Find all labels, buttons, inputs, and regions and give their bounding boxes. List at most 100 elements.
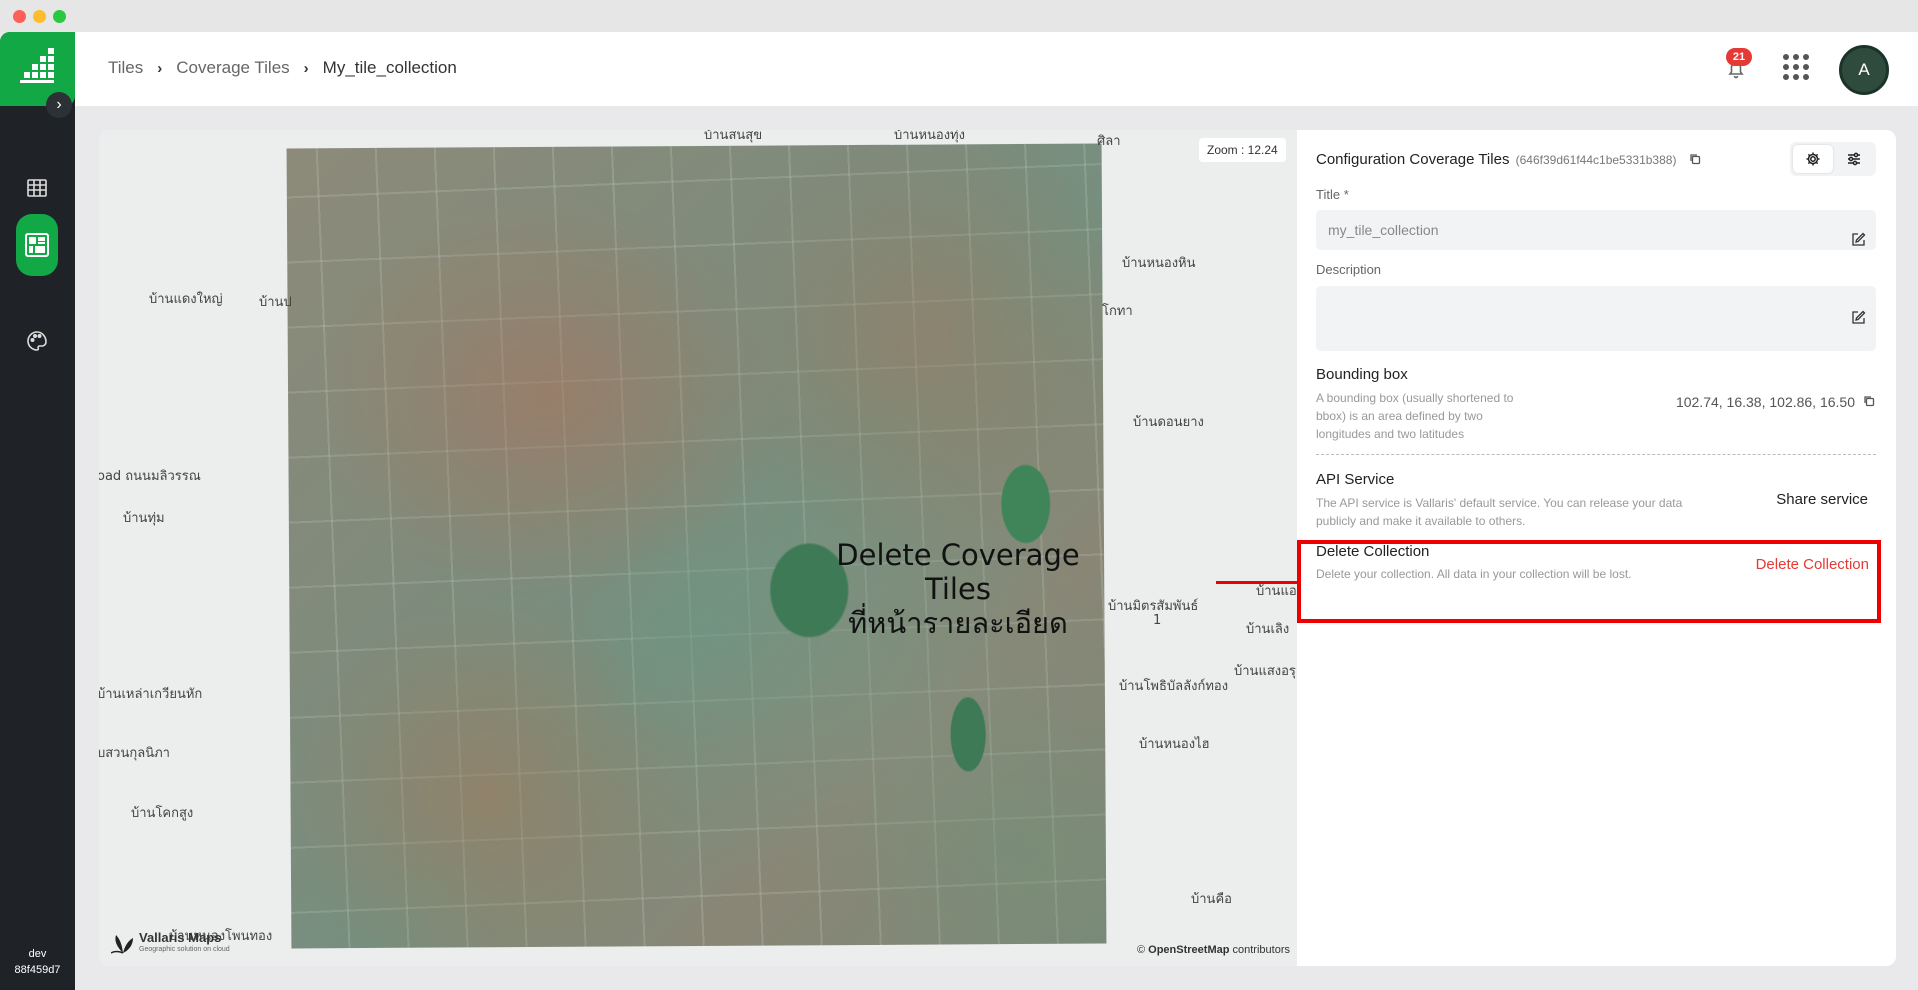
bbox-description: A bounding box (usually shortened to bbo…	[1316, 391, 1514, 441]
palette-icon	[27, 331, 47, 351]
delete-collection-title: Delete Collection	[1316, 543, 1430, 560]
breadcrumb-tiles[interactable]: Tiles	[108, 58, 143, 78]
map-place-label: บ้านคือ	[1191, 892, 1232, 907]
edit-icon	[1852, 232, 1866, 246]
map-place-label: บสวนกุลนิภา	[99, 746, 170, 761]
title-value: my_tile_collection	[1328, 222, 1439, 238]
env-name: dev	[28, 948, 47, 960]
settings-tab-button[interactable]	[1793, 145, 1833, 173]
dot-icon	[1783, 54, 1789, 60]
bbox-title: Bounding box	[1316, 366, 1408, 383]
edit-title-button[interactable]	[1851, 222, 1866, 262]
map-place-label: บ้านหนองไฮ	[1139, 737, 1210, 752]
coverage-tiles-icon	[25, 233, 49, 257]
attribution-prefix: ©	[1136, 944, 1146, 956]
dot-icon	[1783, 64, 1789, 70]
copy-bbox-button[interactable]	[1863, 394, 1875, 410]
dot-icon	[1793, 64, 1799, 70]
bbox-value: 102.74, 16.38, 102.86, 16.50	[1676, 394, 1875, 410]
tutorial-annotation: Delete Coverage Tiles ที่หน้ารายละเอียด	[799, 538, 1117, 640]
map-place-label: บ้านหนองทุ่ง	[894, 130, 965, 143]
description-field[interactable]	[1316, 286, 1876, 351]
filters-tab-button[interactable]	[1834, 145, 1874, 173]
bbox-coordinates: 102.74, 16.38, 102.86, 16.50	[1675, 394, 1855, 410]
section-divider	[1316, 454, 1876, 455]
dot-icon	[1783, 74, 1789, 80]
annotation-line2: ที่หน้ารายละเอียด	[848, 606, 1068, 640]
apps-grid-button[interactable]	[1783, 54, 1809, 80]
sidebar-expand-button[interactable]: ›	[46, 92, 72, 118]
breadcrumb-current: My_tile_collection	[322, 58, 457, 77]
brand-name: Vallaris Maps	[139, 930, 222, 945]
map-place-label: บ้านทุ่ม	[123, 511, 165, 526]
sidebar-item-coverage-tiles[interactable]	[16, 214, 58, 276]
vallaris-logo-icon	[20, 48, 54, 83]
map-place-label: oad ถนนมลิวรรณ	[99, 469, 201, 484]
gear-icon	[1806, 152, 1820, 166]
map-place-label: บ้านดอนยาง	[1133, 415, 1204, 430]
sidebar-item-tables[interactable]	[17, 168, 57, 208]
delete-collection-button[interactable]: Delete Collection	[1756, 556, 1869, 573]
map-place-label: โกทา	[1102, 304, 1133, 319]
map-place-label: ศิลา	[1097, 134, 1121, 149]
configuration-panel: Configuration Coverage Tiles (646f39d61f…	[1297, 130, 1896, 966]
breadcrumb: Tiles › Coverage Tiles › My_tile_collect…	[108, 58, 457, 78]
annotation-line1: Delete Coverage Tiles	[836, 538, 1080, 606]
copy-id-button[interactable]	[1689, 152, 1701, 169]
user-avatar[interactable]: A	[1839, 45, 1889, 95]
title-field[interactable]: my_tile_collection	[1316, 210, 1876, 250]
openstreetmap-link[interactable]: OpenStreetMap	[1148, 944, 1229, 956]
delete-collection-description: Delete your collection. All data in your…	[1316, 567, 1632, 581]
map-place-label: บ้านหนองหิน	[1122, 256, 1196, 271]
map-place-label: บ้านเหล่าเกวียนหัก	[99, 687, 203, 702]
chevron-right-icon: ›	[157, 59, 163, 77]
maximize-window-button[interactable]	[53, 10, 66, 23]
map-view[interactable]: บ้านสนสุข บ้านหนองทุ่ง ศิลา บ้านหนองหิน …	[99, 130, 1297, 966]
chevron-right-icon: ›	[303, 59, 309, 77]
api-service-description: The API service is Vallaris' default ser…	[1316, 496, 1683, 528]
panel-title: Configuration Coverage Tiles (646f39d61f…	[1316, 151, 1701, 169]
map-place-label: บ้านเลิง	[1246, 622, 1290, 637]
title-label: Title *	[1316, 187, 1349, 202]
close-window-button[interactable]	[13, 10, 26, 23]
attribution-suffix: contributors	[1232, 944, 1290, 956]
dot-icon	[1793, 54, 1799, 60]
annotation-pointer-line	[1216, 581, 1297, 584]
edit-description-button[interactable]	[1851, 310, 1866, 328]
edit-icon	[1852, 310, 1866, 324]
chevron-right-icon: ›	[56, 96, 62, 113]
copy-icon	[1864, 396, 1875, 407]
top-header: Tiles › Coverage Tiles › My_tile_collect…	[75, 32, 1918, 106]
content-card: บ้านสนสุข บ้านหนองทุ่ง ศิลา บ้านหนองหิน …	[99, 130, 1896, 966]
env-hash: 88f459d7	[14, 964, 61, 976]
map-place-label: บ้านโพธิบัลลังก์ทอง	[1119, 679, 1229, 694]
map-attribution: © OpenStreetMap contributors	[1137, 944, 1290, 956]
zoom-level-indicator: Zoom : 12.24	[1199, 138, 1286, 162]
notification-count-badge: 21	[1726, 48, 1752, 66]
dot-icon	[1793, 74, 1799, 80]
share-service-button[interactable]: Share service	[1776, 491, 1868, 508]
dot-icon	[1803, 54, 1809, 60]
map-place-label: บ้านป	[259, 295, 292, 310]
vallaris-leaf-icon	[111, 935, 133, 954]
minimize-window-button[interactable]	[33, 10, 46, 23]
dot-icon	[1803, 64, 1809, 70]
panel-view-toggle	[1790, 142, 1876, 176]
collection-id: (646f39d61f44c1be5331b388)	[1515, 153, 1677, 167]
copy-icon	[1689, 153, 1700, 164]
sliders-icon	[1848, 152, 1860, 166]
map-place-label: บ้านแดงใหญ่	[149, 292, 223, 307]
description-label: Description	[1316, 262, 1382, 277]
sidebar: › dev 88f459d7	[0, 32, 75, 990]
dot-icon	[1803, 74, 1809, 80]
panel-title-text: Configuration Coverage Tiles	[1316, 151, 1510, 168]
environment-info: dev 88f459d7	[0, 946, 75, 978]
map-place-label: 1	[1153, 613, 1162, 628]
brand-tagline: Geographic solution on cloud	[139, 946, 230, 953]
sidebar-item-styles[interactable]	[17, 321, 57, 361]
api-service-title: API Service	[1316, 471, 1395, 488]
window-titlebar	[0, 0, 1918, 32]
map-place-label: บ้านแสงอรุ	[1234, 664, 1296, 679]
map-place-label: บ้านโคกสูง	[131, 806, 194, 821]
breadcrumb-coverage-tiles[interactable]: Coverage Tiles	[176, 58, 289, 78]
